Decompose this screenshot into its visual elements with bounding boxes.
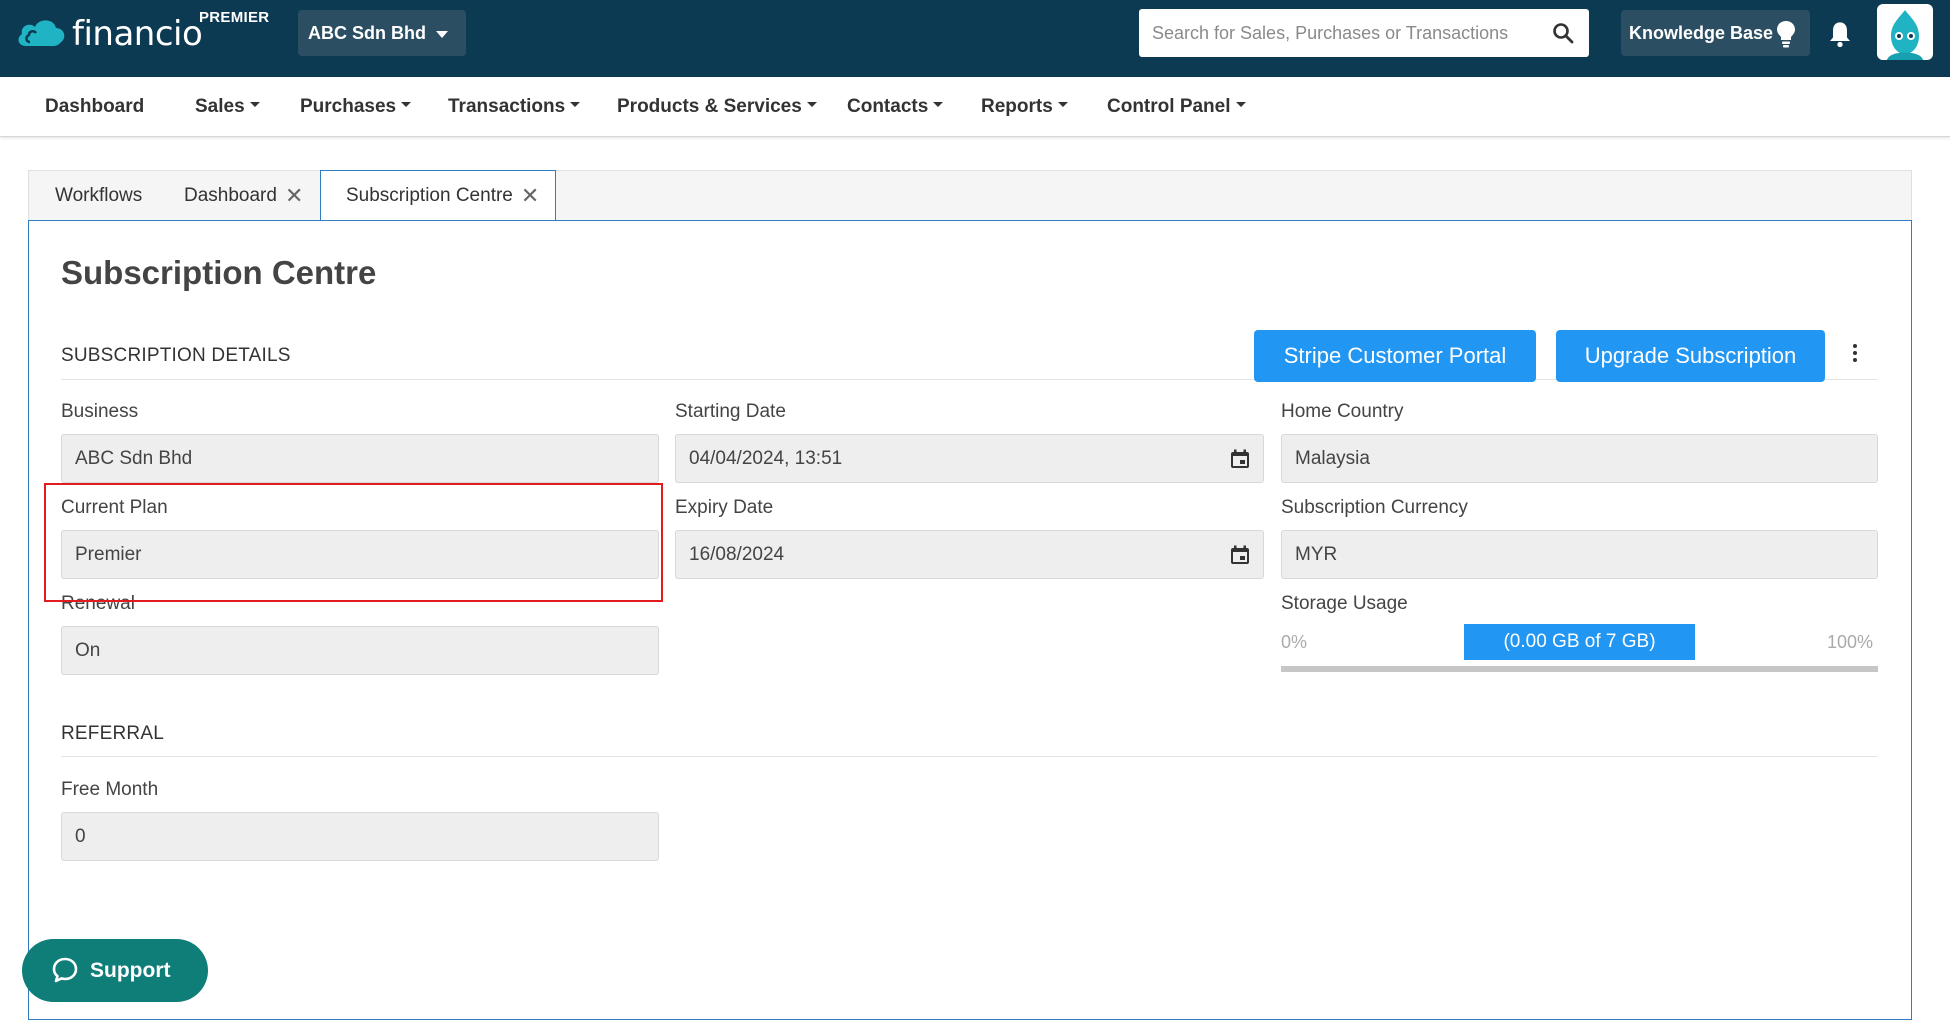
caret-down-icon	[249, 102, 260, 108]
stripe-customer-portal-button[interactable]: Stripe Customer Portal	[1254, 330, 1536, 382]
business-selector-label: ABC Sdn Bhd	[308, 22, 426, 43]
user-avatar[interactable]	[1877, 4, 1933, 60]
nav-control-panel-label: Control Panel	[1107, 96, 1231, 117]
caret-down-icon	[933, 102, 944, 108]
tab-dashboard[interactable]: Dashboard ✕	[184, 171, 303, 221]
nav-contacts[interactable]: Contacts	[847, 77, 944, 137]
tab-workflows-label: Workflows	[55, 185, 143, 206]
tab-subscription-centre[interactable]: Subscription Centre ✕	[320, 170, 557, 221]
caret-down-icon	[806, 102, 817, 108]
nav-sales-label: Sales	[195, 96, 245, 117]
nav-sales[interactable]: Sales	[195, 77, 260, 137]
home-country-label: Home Country	[1281, 401, 1404, 422]
main-nav: Dashboard Sales Purchases Transactions P…	[0, 77, 1950, 137]
close-icon[interactable]: ✕	[521, 171, 539, 221]
current-plan-highlight	[44, 483, 663, 602]
support-label: Support	[90, 959, 171, 982]
page-title: Subscription Centre	[61, 254, 377, 291]
nav-products-services[interactable]: Products & Services	[617, 77, 817, 137]
subscription-currency-value: MYR	[1295, 544, 1338, 565]
cloud-logo-icon	[18, 20, 65, 46]
free-month-label: Free Month	[61, 779, 159, 800]
nav-products-services-label: Products & Services	[617, 96, 802, 117]
nav-purchases[interactable]: Purchases	[300, 77, 412, 137]
nav-transactions[interactable]: Transactions	[448, 77, 581, 137]
nav-reports-label: Reports	[981, 96, 1053, 117]
search-icon[interactable]	[1551, 21, 1575, 45]
global-search[interactable]	[1139, 9, 1589, 57]
calendar-icon[interactable]	[1229, 544, 1251, 566]
expiry-date-label: Expiry Date	[675, 497, 774, 518]
calendar-icon[interactable]	[1229, 448, 1251, 470]
free-month-field: 0	[61, 812, 659, 861]
knowledge-base-label: Knowledge Base	[1629, 22, 1774, 43]
nav-contacts-label: Contacts	[847, 96, 929, 117]
storage-min-label: 0%	[1281, 632, 1308, 652]
knowledge-base-button[interactable]: Knowledge Base	[1621, 10, 1810, 56]
caret-down-icon	[1235, 102, 1246, 108]
tab-workflows[interactable]: Workflows	[55, 171, 142, 221]
business-selector[interactable]: ABC Sdn Bhd	[298, 10, 466, 56]
home-country-field: Malaysia	[1281, 434, 1878, 483]
renewal-value: On	[75, 640, 101, 661]
caret-down-icon	[401, 102, 412, 108]
nav-reports[interactable]: Reports	[981, 77, 1068, 137]
caret-down-icon	[1057, 102, 1068, 108]
chat-bubble-icon	[52, 957, 78, 983]
nav-dashboard[interactable]: Dashboard	[45, 77, 144, 137]
business-value: ABC Sdn Bhd	[75, 448, 193, 469]
close-icon[interactable]: ✕	[285, 171, 303, 221]
storage-progress-track	[1281, 666, 1878, 672]
storage-usage-indicator: (0.00 GB of 7 GB)	[1464, 624, 1695, 660]
nav-purchases-label: Purchases	[300, 96, 397, 117]
starting-date-field: 04/04/2024, 13:51	[675, 434, 1264, 483]
storage-max-label: 100%	[1827, 632, 1874, 652]
caret-down-icon	[436, 31, 448, 38]
subscription-currency-label: Subscription Currency	[1281, 497, 1468, 518]
avatar-character-icon	[1887, 10, 1923, 60]
storage-usage-label: Storage Usage	[1281, 593, 1408, 614]
subscription-currency-field: MYR	[1281, 530, 1878, 579]
expiry-date-value: 16/08/2024	[689, 544, 785, 565]
subscription-details-heading: SUBSCRIPTION DETAILS	[61, 345, 291, 366]
logo-text: financio	[72, 14, 203, 54]
nav-transactions-label: Transactions	[448, 96, 566, 117]
business-label: Business	[61, 401, 139, 422]
notification-bell-icon[interactable]	[1826, 20, 1854, 48]
starting-date-value: 04/04/2024, 13:51	[689, 448, 843, 469]
plan-badge: PREMIER	[199, 9, 270, 26]
section-divider	[61, 756, 1878, 757]
free-month-value: 0	[75, 826, 86, 847]
business-field: ABC Sdn Bhd	[61, 434, 659, 483]
nav-control-panel[interactable]: Control Panel	[1107, 77, 1246, 137]
tab-dashboard-label: Dashboard	[184, 185, 277, 206]
upgrade-subscription-button[interactable]: Upgrade Subscription	[1556, 330, 1825, 382]
lightbulb-icon	[1777, 21, 1795, 48]
tab-strip: Workflows Dashboard ✕ Subscription Centre…	[28, 170, 1912, 221]
support-button[interactable]: Support	[22, 939, 208, 1002]
renewal-field: On	[61, 626, 659, 675]
starting-date-label: Starting Date	[675, 401, 786, 422]
caret-down-icon	[570, 102, 581, 108]
tab-subscription-centre-label: Subscription Centre	[346, 185, 513, 206]
financio-logo[interactable]: financio	[16, 12, 203, 56]
referral-heading: REFERRAL	[61, 723, 164, 744]
expiry-date-field: 16/08/2024	[675, 530, 1264, 579]
more-options-icon[interactable]	[1851, 344, 1859, 366]
nav-dashboard-label: Dashboard	[45, 96, 145, 117]
search-input[interactable]	[1139, 9, 1539, 57]
top-bar: financio PREMIER ABC Sdn Bhd Knowledge B…	[0, 0, 1950, 77]
home-country-value: Malaysia	[1295, 448, 1370, 469]
